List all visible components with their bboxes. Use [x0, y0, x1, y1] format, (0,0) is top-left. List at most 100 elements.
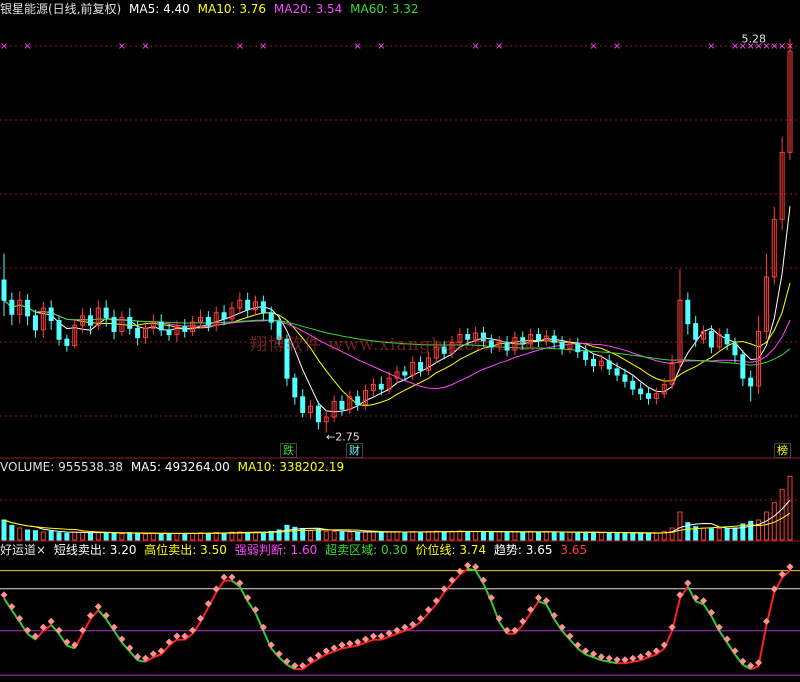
trend-dot — [47, 617, 55, 625]
volume-ma10-value: MA10: 338202.19 — [237, 460, 345, 474]
volume-bar — [394, 531, 400, 541]
volume-header: VOLUME: 955538.38 MA5: 493264.00 MA10: 3… — [0, 458, 348, 476]
ma20-value: MA20: 3.54 — [273, 2, 343, 16]
volume-bar — [1, 519, 7, 541]
volume-bar — [174, 532, 180, 541]
candle-body — [418, 362, 424, 371]
high-sell-value: 高位卖出: 3.50 — [144, 543, 227, 557]
volume-bar — [418, 531, 424, 541]
volume-bar — [182, 533, 188, 541]
candle-body — [64, 338, 70, 346]
main-chart-header: 银星能源(日线,前复权) MA5: 4.40 MA10: 3.76 MA20: … — [0, 0, 423, 18]
candle-body — [646, 393, 652, 399]
candle-body — [708, 330, 714, 348]
trend-dot — [102, 611, 110, 620]
candle-body — [591, 358, 596, 367]
trend-dot — [503, 626, 511, 634]
candle-body — [606, 360, 612, 370]
volume-bar — [465, 531, 471, 541]
oversold-value: 超卖区域: 0.30 — [325, 543, 408, 557]
candle-body — [583, 351, 589, 360]
volume-bar — [150, 532, 156, 541]
volume-bar — [64, 532, 70, 541]
volume-value: VOLUME: 955538.38 — [0, 460, 123, 474]
volume-bar — [614, 532, 620, 541]
volume-bar — [119, 533, 125, 541]
strength-value: 强弱判断: 1.60 — [234, 543, 318, 557]
candle-body — [25, 299, 31, 317]
cross-marker: × — [471, 41, 479, 52]
trend-value: 趋势: 3.65 — [493, 543, 553, 557]
volume-bar — [528, 530, 534, 541]
tag-bang[interactable]: 榜 — [774, 443, 791, 458]
cross-marker: × — [259, 41, 267, 52]
volume-bar — [504, 531, 510, 541]
volume-bar — [17, 527, 23, 541]
cross-marker: × — [236, 41, 244, 52]
trend-value-2: 3.65 — [560, 543, 588, 557]
trend-dot — [448, 576, 456, 584]
volume-bar — [457, 530, 463, 541]
ma60-value: MA60: 3.32 — [350, 2, 419, 16]
volume-bar — [480, 531, 486, 541]
volume-bar — [72, 531, 78, 541]
trend-dot — [511, 626, 519, 634]
trend-dot — [676, 591, 684, 599]
trend-dot — [86, 611, 94, 620]
volume-bar — [646, 532, 652, 541]
cross-marker: × — [613, 41, 621, 52]
volume-bar — [425, 530, 431, 541]
cross-marker: × — [354, 41, 362, 52]
volume-bar — [315, 528, 321, 541]
volume-bar — [9, 524, 15, 541]
volume-bar — [166, 533, 172, 541]
trend-dot — [731, 647, 739, 655]
volume-bar — [724, 528, 730, 541]
volume-bar — [25, 529, 31, 541]
candle-body — [245, 299, 251, 311]
candle-body — [339, 401, 345, 410]
candle-body — [127, 316, 133, 329]
volume-bar — [378, 531, 384, 541]
candle-body — [378, 383, 384, 390]
cross-marker: × — [118, 41, 126, 52]
volume-bar — [567, 531, 573, 541]
indicator-header: 好运道× 短线卖出: 3.20 高位卖出: 3.50 强弱判断: 1.60 超卖… — [0, 541, 591, 559]
volume-bar — [551, 531, 557, 541]
volume-bar — [708, 528, 714, 541]
volume-bar — [559, 532, 565, 541]
volume-bar — [763, 511, 769, 541]
volume-bar — [630, 532, 636, 541]
trend-dot — [24, 626, 32, 634]
candle-body — [9, 299, 15, 315]
candle-body — [260, 301, 266, 314]
trend-dot — [110, 623, 118, 631]
volume-bar — [331, 531, 337, 541]
volume-bar — [158, 532, 164, 541]
volume-bar — [355, 531, 361, 541]
trend-dot — [440, 585, 448, 593]
trend-dot — [739, 657, 747, 665]
tag-die[interactable]: 跌 — [280, 443, 297, 458]
candle-body — [685, 299, 691, 325]
volume-bar — [583, 531, 589, 541]
trend-dot — [786, 563, 794, 571]
candle-body — [740, 354, 746, 379]
candle-body — [1, 279, 7, 301]
trend-dot — [220, 573, 228, 581]
candle-body — [56, 320, 62, 340]
watermark: 翔博软件 www.xiangbosoft.com — [250, 335, 536, 355]
trend-dot — [684, 579, 692, 587]
volume-bar — [87, 532, 93, 541]
trend-dot — [8, 603, 16, 611]
tag-cai[interactable]: 财 — [346, 443, 363, 458]
trend-dot — [755, 659, 763, 667]
candle-body — [182, 326, 188, 332]
volume-bar — [410, 531, 416, 541]
candle-body — [724, 334, 730, 345]
candle-body — [551, 335, 557, 343]
indicator-name: 好运道× — [0, 543, 47, 557]
volume-bar — [221, 532, 227, 541]
candle-body — [355, 396, 361, 406]
candle-body — [221, 312, 227, 320]
